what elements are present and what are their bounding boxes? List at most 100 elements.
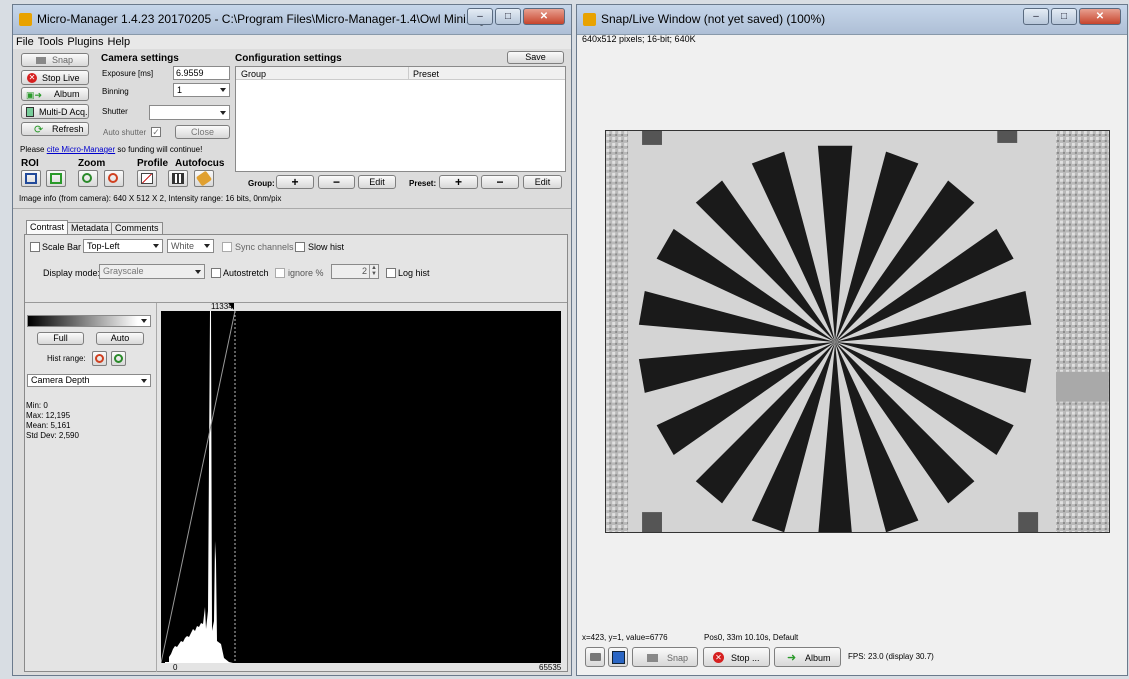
minimize-button[interactable]: –: [1023, 8, 1049, 25]
open-folder-button[interactable]: [585, 647, 605, 667]
menu-plugins[interactable]: Plugins: [67, 35, 103, 49]
roi-set-icon: [25, 173, 37, 184]
divider: [13, 208, 571, 209]
multid-acq-button[interactable]: Multi-D Acq.: [21, 104, 89, 119]
ignore-percent-checkbox[interactable]: [275, 268, 285, 278]
position-readout: Pos0, 33m 10.10s, Default: [704, 633, 799, 642]
zoom-in-icon: [82, 173, 92, 183]
hist-max-marker-icon[interactable]: [228, 303, 234, 310]
live-titlebar[interactable]: Snap/Live Window (not yet saved) (100%) …: [577, 5, 1127, 35]
hist-zoom-in-button[interactable]: [111, 351, 126, 366]
display-mode-value: Grayscale: [103, 266, 144, 276]
hist-axis-max-label: 65535: [539, 663, 562, 672]
ignore-percent-spinner[interactable]: 2 ▲ ▼: [331, 264, 379, 279]
stop-live-button[interactable]: ✕ Stop Live: [21, 70, 89, 85]
chevron-down-icon: [204, 244, 210, 248]
exposure-field[interactable]: 6.9559: [173, 66, 230, 80]
histogram-area-border: [25, 302, 567, 303]
group-edit-button[interactable]: Edit: [358, 175, 396, 189]
hist-min-marker-icon[interactable]: [163, 655, 169, 662]
config-table[interactable]: Group Preset: [235, 66, 566, 172]
config-save-button[interactable]: Save: [507, 51, 564, 64]
maximize-button[interactable]: □: [495, 8, 521, 25]
stop-icon: ✕: [27, 73, 37, 83]
sync-channels-label: Sync channels: [235, 242, 294, 252]
live-window-title: Snap/Live Window (not yet saved) (100%): [601, 12, 826, 26]
maximize-button[interactable]: □: [1051, 8, 1077, 25]
auto-button[interactable]: Auto: [96, 332, 144, 345]
group-add-button[interactable]: +: [276, 175, 314, 189]
auto-shutter-checkbox[interactable]: ✓: [151, 127, 161, 137]
shutter-dropdown[interactable]: [149, 105, 230, 120]
camera-depth-value: Camera Depth: [31, 375, 90, 385]
preset-edit-button[interactable]: Edit: [523, 175, 562, 189]
tab-contrast[interactable]: Contrast: [26, 220, 69, 234]
menu-tools[interactable]: Tools: [38, 35, 64, 49]
cite-message: Please cite Micro-Manager so funding wil…: [20, 145, 202, 154]
config-table-header: [236, 67, 565, 80]
binning-dropdown[interactable]: 1: [173, 83, 230, 97]
roi-set-button[interactable]: [21, 170, 41, 187]
group-label: Group:: [248, 179, 275, 188]
auto-shutter-label: Auto shutter: [103, 128, 147, 137]
live-stop-button[interactable]: ✕ Stop ...: [703, 647, 770, 667]
main-titlebar[interactable]: Micro-Manager 1.4.23 20170205 - C:\Progr…: [13, 5, 571, 35]
cite-link[interactable]: cite Micro-Manager: [47, 145, 115, 154]
display-mode-dropdown[interactable]: Grayscale: [99, 264, 205, 279]
histogram-plot[interactable]: [161, 311, 561, 663]
col-preset-header[interactable]: Preset: [413, 69, 439, 79]
log-hist-label: Log hist: [398, 268, 430, 278]
zoom-out-button[interactable]: [104, 170, 124, 187]
app-icon: [583, 13, 596, 26]
autostretch-checkbox[interactable]: [211, 268, 221, 278]
preset-label: Preset:: [409, 179, 437, 188]
scale-bar-color-dropdown[interactable]: White: [167, 239, 214, 253]
slow-hist-checkbox[interactable]: [295, 242, 305, 252]
zoom-in-button[interactable]: [78, 170, 98, 187]
camera-depth-dropdown[interactable]: Camera Depth: [27, 374, 151, 387]
camera-image[interactable]: [605, 130, 1110, 533]
hist-axis-min-label: 0: [173, 663, 178, 672]
refresh-button[interactable]: ⟳ Refresh: [21, 122, 89, 136]
live-album-button[interactable]: ➜ Album: [774, 647, 841, 667]
preset-remove-button[interactable]: −: [481, 175, 519, 189]
hist-zoom-out-button[interactable]: [92, 351, 107, 366]
snap-button[interactable]: Snap: [21, 53, 89, 67]
lut-gradient-dropdown[interactable]: [27, 315, 151, 327]
tab-comments[interactable]: Comments: [111, 222, 163, 234]
autofocus-button[interactable]: [168, 170, 188, 187]
group-remove-button[interactable]: −: [318, 175, 355, 189]
fps-readout: FPS: 23.0 (display 30.7): [848, 652, 934, 661]
album-button[interactable]: ▣➜ Album: [21, 87, 89, 101]
scale-bar-checkbox[interactable]: [30, 242, 40, 252]
chevron-down-icon: [141, 319, 147, 323]
profile-label: Profile: [137, 158, 169, 169]
autofocus-settings-button[interactable]: [194, 170, 214, 187]
full-button[interactable]: Full: [37, 332, 84, 345]
log-hist-checkbox[interactable]: [386, 268, 396, 278]
tab-metadata[interactable]: Metadata: [67, 222, 113, 234]
live-snap-button[interactable]: Snap: [632, 647, 698, 667]
line-profile-button[interactable]: [137, 170, 157, 187]
col-group-header[interactable]: Group: [241, 69, 266, 79]
album-label: Album: [54, 89, 80, 99]
refresh-icon: ⟳: [34, 124, 44, 136]
close-button[interactable]: ✕: [1079, 8, 1121, 25]
preset-add-button[interactable]: +: [439, 175, 478, 189]
save-image-button[interactable]: [608, 647, 628, 667]
cite-prefix: Please: [20, 145, 45, 154]
shutter-close-button[interactable]: Close: [175, 125, 230, 139]
scale-bar-label: Scale Bar: [42, 242, 82, 252]
album-icon: ➜: [787, 652, 797, 664]
camera-settings-title: Camera settings: [101, 53, 179, 64]
close-button[interactable]: ✕: [523, 8, 565, 25]
minimize-button[interactable]: –: [467, 8, 493, 25]
scale-bar-position-dropdown[interactable]: Top-Left: [83, 239, 163, 253]
zoom-out-icon: [95, 354, 104, 363]
roi-clear-button[interactable]: [46, 170, 66, 187]
menu-help[interactable]: Help: [108, 35, 131, 49]
sync-channels-checkbox[interactable]: [222, 242, 232, 252]
menu-file[interactable]: File: [16, 35, 34, 49]
roi-clear-icon: [50, 173, 62, 184]
snap-camera-icon: [647, 654, 658, 662]
